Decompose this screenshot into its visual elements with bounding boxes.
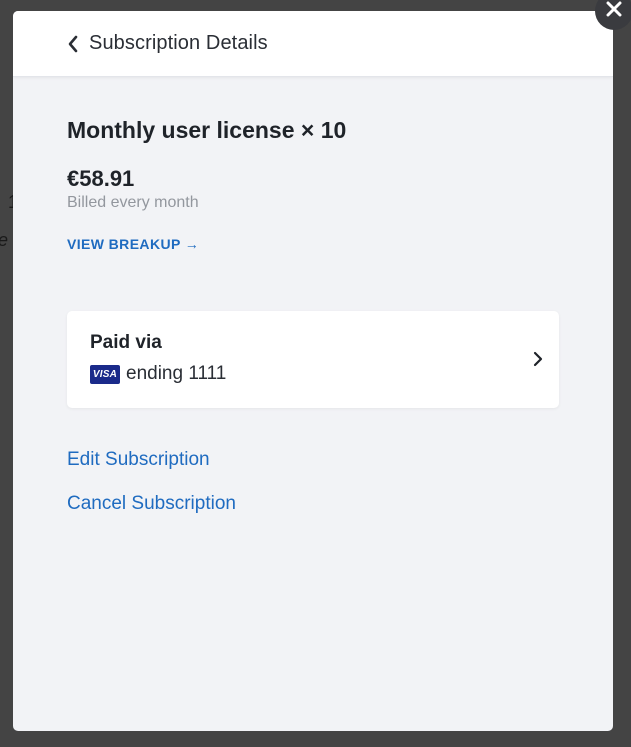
edit-subscription-link[interactable]: Edit Subscription [67, 449, 210, 471]
price: €58.91 [67, 166, 135, 191]
view-breakup-link[interactable]: VIEW BREAKUP → [67, 236, 199, 252]
billing-cycle: Billed every month [67, 194, 199, 211]
close-icon [606, 1, 622, 22]
payment-method-card[interactable]: Paid via VISA ending 1111 [67, 311, 559, 408]
page-title: Subscription Details [89, 32, 268, 54]
chevron-left-icon [67, 34, 83, 54]
card-info: VISA ending 1111 [90, 363, 559, 385]
back-button[interactable]: Subscription Details [67, 32, 268, 55]
card-ending: ending 1111 [126, 363, 227, 384]
chevron-right-icon [532, 351, 544, 367]
backdrop-text: e [0, 230, 8, 251]
visa-card-icon: VISA [90, 364, 120, 384]
subscription-details-modal: Subscription Details Monthly user licens… [13, 11, 613, 731]
cancel-subscription-link[interactable]: Cancel Subscription [67, 493, 236, 515]
paid-via-label: Paid via [90, 332, 162, 353]
modal-header: Subscription Details [13, 11, 613, 77]
plan-title: Monthly user license × 10 [67, 117, 347, 143]
subscription-content: Monthly user license × 10 €58.91 Billed … [13, 117, 613, 515]
